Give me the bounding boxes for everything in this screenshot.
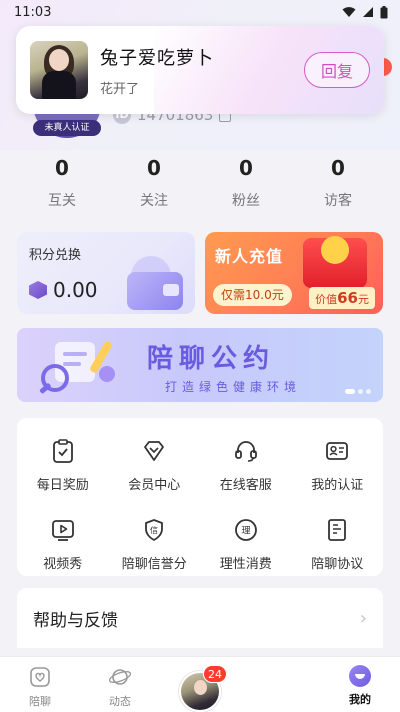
carousel-indicator bbox=[345, 389, 371, 394]
stats-row: 0 互关 0 关注 0 粉丝 0 访客 bbox=[16, 156, 384, 210]
feature-label: 理性消费 bbox=[219, 557, 272, 572]
recharge-price: 仅需10.0元 bbox=[213, 284, 292, 306]
stat-value: 0 bbox=[55, 156, 69, 180]
signal-icon bbox=[363, 7, 373, 17]
nav-center-avatar[interactable]: 24 bbox=[160, 657, 240, 712]
feature-label: 每日奖励 bbox=[36, 478, 89, 493]
agreement-doc-icon bbox=[328, 519, 347, 541]
value-prefix: 价值 bbox=[315, 293, 338, 306]
profile-icon bbox=[349, 665, 371, 687]
center-avatar: 24 bbox=[179, 665, 227, 712]
nav-tab-me[interactable]: 我的 bbox=[320, 657, 400, 712]
status-bar: 11:03 bbox=[0, 0, 400, 24]
points-title: 积分兑换 bbox=[29, 248, 82, 263]
help-feedback-label: 帮助与反馈 bbox=[33, 610, 118, 631]
stat-label: 访客 bbox=[324, 193, 352, 209]
battery-icon bbox=[380, 5, 388, 18]
stat-label: 粉丝 bbox=[232, 193, 260, 209]
features-grid: 每日奖励 会员中心 在线客服 我的认证 视频秀 信 陪聊信誉分 理 理性消费 陪… bbox=[17, 438, 383, 572]
stat-label: 互关 bbox=[48, 193, 76, 209]
unread-badge: 24 bbox=[203, 665, 227, 683]
nav-tab-chat[interactable]: 陪聊 bbox=[0, 657, 80, 712]
verify-badge[interactable]: 未真人认证 bbox=[33, 120, 101, 136]
feature-my-verification[interactable]: 我的认证 bbox=[292, 438, 384, 493]
stat-label: 关注 bbox=[140, 193, 168, 209]
stat-value: 0 bbox=[239, 156, 253, 180]
nav-label: 陪聊 bbox=[29, 695, 51, 708]
chevron-right-icon: › bbox=[359, 607, 367, 629]
new-user-recharge-card[interactable]: 新人充值 仅需10.0元 价值66元 bbox=[205, 232, 383, 314]
gem-icon bbox=[29, 281, 47, 299]
video-play-icon bbox=[51, 520, 74, 541]
stat-value: 0 bbox=[331, 156, 345, 180]
banner-illustration-icon bbox=[39, 341, 115, 394]
planet-icon bbox=[108, 669, 132, 685]
recharge-title: 新人充值 bbox=[215, 247, 284, 266]
sender-avatar bbox=[30, 41, 88, 99]
feature-label: 视频秀 bbox=[43, 557, 83, 572]
nav-tab-moments[interactable]: 动态 bbox=[80, 657, 160, 712]
chat-convention-banner[interactable]: 陪聊公约 打造绿色健康环境 bbox=[17, 328, 383, 402]
credit-shield-icon: 信 bbox=[145, 519, 164, 541]
stat-mutual[interactable]: 0 互关 bbox=[16, 156, 108, 210]
nav-label: 动态 bbox=[109, 695, 131, 708]
message-notification[interactable]: 兔子爱吃萝卜 花开了 回复 bbox=[16, 26, 384, 114]
feature-label: 陪聊信誉分 bbox=[121, 557, 187, 572]
clipboard-reward-icon bbox=[52, 439, 73, 463]
feature-label: 在线客服 bbox=[219, 478, 272, 493]
wifi-icon bbox=[342, 7, 356, 17]
reply-button[interactable]: 回复 bbox=[304, 52, 370, 88]
feature-chat-agreement[interactable]: 陪聊协议 bbox=[292, 517, 384, 572]
heart-chat-icon bbox=[30, 667, 50, 687]
feature-rational-consumption[interactable]: 理 理性消费 bbox=[200, 517, 292, 572]
sender-name: 兔子爱吃萝卜 bbox=[100, 47, 214, 69]
wallet-icon bbox=[127, 272, 183, 310]
help-feedback-item[interactable]: 帮助与反馈 › bbox=[17, 588, 383, 648]
stat-following[interactable]: 0 关注 bbox=[108, 156, 200, 210]
status-time: 11:03 bbox=[14, 4, 52, 20]
indicator-dot-active bbox=[345, 389, 355, 394]
indicator-dot bbox=[358, 389, 363, 394]
feature-video-show[interactable]: 视频秀 bbox=[17, 517, 109, 572]
svg-text:理: 理 bbox=[241, 526, 250, 537]
feature-credit-score[interactable]: 信 陪聊信誉分 bbox=[109, 517, 201, 572]
stat-fans[interactable]: 0 粉丝 bbox=[200, 156, 292, 210]
bottom-navigation: 陪聊 动态 24 我的 bbox=[0, 656, 400, 712]
message-preview: 花开了 bbox=[100, 81, 140, 97]
stat-value: 0 bbox=[147, 156, 161, 180]
svg-text:信: 信 bbox=[150, 525, 158, 535]
nav-label: 我的 bbox=[349, 693, 371, 706]
nav-tab-discover[interactable] bbox=[240, 657, 320, 712]
rational-icon: 理 bbox=[234, 519, 257, 541]
feature-label: 我的认证 bbox=[311, 478, 364, 493]
feature-label: 陪聊协议 bbox=[311, 557, 364, 572]
features-card: 每日奖励 会员中心 在线客服 我的认证 视频秀 信 陪聊信誉分 理 理性消费 陪… bbox=[17, 418, 383, 576]
feature-vip-center[interactable]: 会员中心 bbox=[109, 438, 201, 493]
value-amount: 66 bbox=[337, 289, 358, 307]
indicator-dot bbox=[366, 389, 371, 394]
points-exchange-card[interactable]: 积分兑换 0.00 bbox=[17, 232, 195, 314]
headset-icon bbox=[234, 441, 257, 462]
id-card-icon bbox=[326, 442, 349, 460]
points-value: 0.00 bbox=[53, 278, 98, 302]
stat-visitors[interactable]: 0 访客 bbox=[292, 156, 384, 210]
notification-text: 兔子爱吃萝卜 花开了 bbox=[100, 44, 304, 97]
feature-daily-reward[interactable]: 每日奖励 bbox=[17, 438, 109, 493]
status-icons bbox=[342, 5, 388, 19]
recharge-value-badge: 价值66元 bbox=[309, 287, 375, 309]
banner-title: 陪聊公约 bbox=[147, 344, 276, 374]
value-suffix: 元 bbox=[358, 293, 369, 306]
feature-label: 会员中心 bbox=[128, 478, 181, 493]
points-value-row: 0.00 bbox=[29, 278, 98, 302]
gift-box-icon bbox=[303, 236, 367, 288]
diamond-icon bbox=[144, 441, 165, 461]
banner-subtitle: 打造绿色健康环境 bbox=[165, 380, 302, 394]
feature-online-service[interactable]: 在线客服 bbox=[200, 438, 292, 493]
